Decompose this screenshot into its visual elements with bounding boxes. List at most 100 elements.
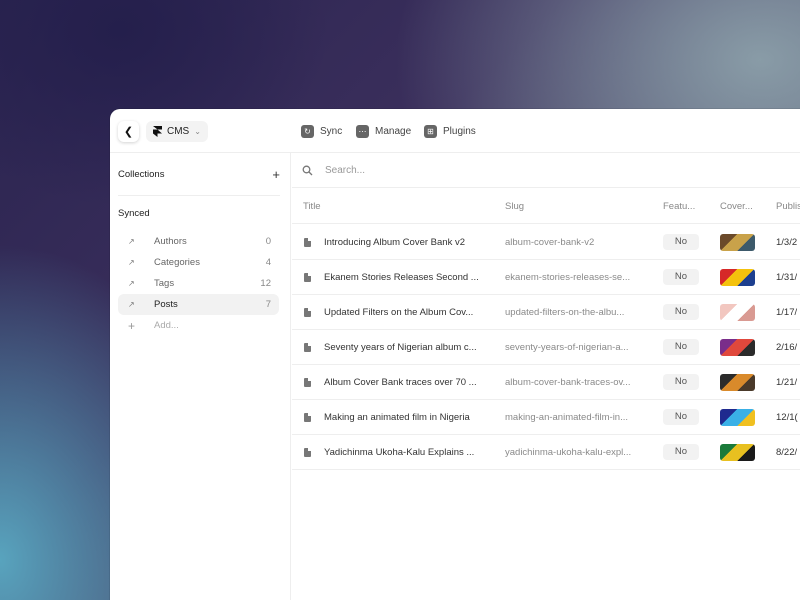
sync-icon: ↻ <box>301 124 314 138</box>
featured-badge: No <box>663 234 699 250</box>
sidebar-item-label: Tags <box>154 278 175 289</box>
row-title: Seventy years of Nigerian album c... <box>324 342 477 353</box>
collections-header: Collections + <box>118 163 280 185</box>
table-row[interactable]: Introducing Album Cover Bank v2 album-co… <box>292 225 800 260</box>
sidebar-item-posts[interactable]: ↗ Posts 7 <box>118 294 279 315</box>
document-icon <box>304 308 311 317</box>
top-toolbar: ❮ CMS ⌄ ↻ Sync ⋯ Manage ⊞ Plugins <box>110 109 800 153</box>
row-slug: updated-filters-on-the-albu... <box>505 307 625 318</box>
chevron-down-icon: ⌄ <box>194 127 201 136</box>
search-icon <box>302 165 313 175</box>
cms-label: CMS <box>167 126 190 137</box>
sync-link-icon: ↗ <box>128 300 135 309</box>
table-header: Title Slug Featu... Cover... Publis <box>292 188 800 224</box>
featured-badge: No <box>663 269 699 285</box>
framer-logo-icon <box>153 126 162 137</box>
search-input[interactable] <box>325 164 625 176</box>
sidebar-item-label: Authors <box>154 236 187 247</box>
row-slug: seventy-years-of-nigerian-a... <box>505 342 629 353</box>
plugins-label: Plugins <box>443 125 476 137</box>
row-title: Yadichinma Ukoha-Kalu Explains ... <box>324 447 475 458</box>
search-bar <box>292 153 800 188</box>
document-icon <box>304 378 311 387</box>
sidebar-item-tags[interactable]: ↗ Tags 12 <box>118 273 279 294</box>
synced-section-label: Synced <box>118 208 150 219</box>
manage-button[interactable]: ⋯ Manage <box>356 123 411 139</box>
row-slug: yadichinma-ukoha-kalu-expl... <box>505 447 632 458</box>
document-icon <box>304 238 311 247</box>
row-published-date: 1/3/2 <box>776 237 798 248</box>
sidebar-item-count: 4 <box>265 257 271 268</box>
back-button[interactable]: ❮ <box>118 121 139 142</box>
column-header-featured[interactable]: Featu... <box>663 201 695 212</box>
cover-thumbnail <box>720 444 755 461</box>
table-row[interactable]: Yadichinma Ukoha-Kalu Explains ... yadic… <box>292 435 800 470</box>
sync-button[interactable]: ↻ Sync <box>301 123 342 139</box>
featured-badge: No <box>663 444 699 460</box>
row-slug: ekanem-stories-releases-se... <box>505 272 631 283</box>
sidebar-item-count: 0 <box>265 236 271 247</box>
cover-thumbnail <box>720 374 755 391</box>
row-slug: album-cover-bank-traces-ov... <box>505 377 631 388</box>
plugins-grid-icon: ⊞ <box>424 124 437 138</box>
row-title: Updated Filters on the Album Cov... <box>324 307 474 318</box>
table-row[interactable]: Album Cover Bank traces over 70 ... albu… <box>292 365 800 400</box>
add-label: Add... <box>154 320 179 331</box>
column-header-slug[interactable]: Slug <box>505 201 524 212</box>
cover-thumbnail <box>720 409 755 426</box>
add-collection-item[interactable]: + Add... <box>118 315 279 336</box>
cover-thumbnail <box>720 304 755 321</box>
row-published-date: 2/16/ <box>776 342 798 353</box>
row-title: Making an animated film in Nigeria <box>324 412 470 423</box>
column-header-published[interactable]: Publis <box>776 201 800 212</box>
row-slug: album-cover-bank-v2 <box>505 237 595 248</box>
sidebar-item-categories[interactable]: ↗ Categories 4 <box>118 252 279 273</box>
sidebar-item-count: 7 <box>265 299 271 310</box>
table-row[interactable]: Updated Filters on the Album Cov... upda… <box>292 295 800 330</box>
chevron-left-icon: ❮ <box>123 126 134 138</box>
table-row[interactable]: Making an animated film in Nigeria makin… <box>292 400 800 435</box>
row-published-date: 1/17/ <box>776 307 798 318</box>
cover-thumbnail <box>720 269 755 286</box>
sidebar: Collections + Synced ↗ Authors 0 ↗ Categ… <box>110 153 291 600</box>
featured-badge: No <box>663 339 699 355</box>
sidebar-divider <box>118 195 280 196</box>
featured-badge: No <box>663 374 699 390</box>
table-row[interactable]: Ekanem Stories Releases Second ... ekane… <box>292 260 800 295</box>
sidebar-item-label: Posts <box>154 299 178 310</box>
cover-thumbnail <box>720 339 755 356</box>
document-icon <box>304 413 311 422</box>
cms-menu-button[interactable]: CMS ⌄ <box>146 121 208 142</box>
sync-link-icon: ↗ <box>128 237 135 246</box>
row-title: Introducing Album Cover Bank v2 <box>324 237 465 248</box>
row-published-date: 8/22/ <box>776 447 798 458</box>
plus-icon: + <box>128 318 136 333</box>
column-header-cover[interactable]: Cover... <box>720 201 753 212</box>
row-title: Ekanem Stories Releases Second ... <box>324 272 479 283</box>
document-icon <box>304 343 311 352</box>
sidebar-item-count: 12 <box>260 278 271 289</box>
sidebar-item-label: Categories <box>154 257 200 268</box>
document-icon <box>304 448 311 457</box>
row-slug: making-an-animated-film-in... <box>505 412 629 423</box>
cover-thumbnail <box>720 234 755 251</box>
more-dots-icon: ⋯ <box>356 124 369 138</box>
row-published-date: 1/31/ <box>776 272 798 283</box>
document-icon <box>304 273 311 282</box>
collections-label: Collections <box>118 168 165 180</box>
cms-window: ❮ CMS ⌄ ↻ Sync ⋯ Manage ⊞ Plugins Collec… <box>110 109 800 600</box>
add-collection-icon[interactable]: + <box>272 167 280 182</box>
main-content: Title Slug Featu... Cover... Publis Intr… <box>292 153 800 600</box>
plugins-button[interactable]: ⊞ Plugins <box>424 123 476 139</box>
sync-link-icon: ↗ <box>128 279 135 288</box>
table-row[interactable]: Seventy years of Nigerian album c... sev… <box>292 330 800 365</box>
column-header-title[interactable]: Title <box>303 201 321 212</box>
manage-label: Manage <box>375 125 412 137</box>
row-published-date: 12/1( <box>776 412 798 423</box>
sidebar-item-authors[interactable]: ↗ Authors 0 <box>118 231 279 252</box>
featured-badge: No <box>663 409 699 425</box>
sync-link-icon: ↗ <box>128 258 135 267</box>
row-published-date: 1/21/ <box>776 377 798 388</box>
sync-label: Sync <box>320 125 343 137</box>
row-title: Album Cover Bank traces over 70 ... <box>324 377 477 388</box>
